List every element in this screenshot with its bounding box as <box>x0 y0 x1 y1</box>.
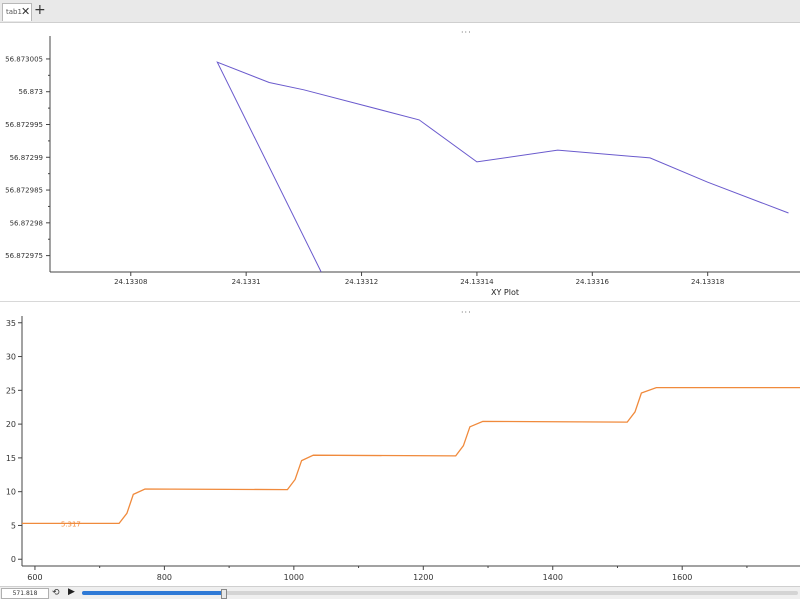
y-tick-label: 56.87298 <box>10 219 43 227</box>
value-annotation: 5.317 <box>61 520 81 528</box>
time-field[interactable]: 571.818 <box>1 588 49 599</box>
x-tick-label: 24.1331 <box>232 278 261 286</box>
tab-bar: tab1 ✕ + <box>0 0 800 23</box>
time-slider[interactable] <box>82 589 798 599</box>
y-tick-label: 15 <box>6 454 16 463</box>
tab-label: tab1 <box>6 8 22 16</box>
y-tick-label: 56.872975 <box>5 252 43 260</box>
xy-plot-title: XY Plot <box>491 288 519 297</box>
x-tick-label: 1600 <box>672 573 692 582</box>
xy-series-line <box>216 61 789 273</box>
xy-plot[interactable]: 24.13308 24.1331 24.13312 24.13314 24.13316 2… <box>0 36 800 300</box>
x-tick-label: 24.13308 <box>114 278 147 286</box>
playback-bar: 571.818 ⟲ ▶ <box>0 586 800 599</box>
x-tick-label: 1400 <box>543 573 563 582</box>
add-tab-icon[interactable]: + <box>34 2 46 18</box>
y-tick-label: 56.872985 <box>5 187 43 195</box>
tab-1[interactable]: tab1 ✕ <box>2 3 32 21</box>
y-tick-label: 56.873005 <box>5 55 43 63</box>
y-tick-label: 56.87299 <box>10 154 43 162</box>
x-tick-label: 24.13318 <box>691 278 724 286</box>
y-tick-label: 5 <box>11 521 16 530</box>
y-tick-label: 20 <box>6 420 16 429</box>
y-tick-label: 0 <box>11 555 16 564</box>
close-icon[interactable]: ✕ <box>21 5 30 18</box>
x-tick-label: 1000 <box>284 573 304 582</box>
y-tick-label: 56.872995 <box>5 121 43 129</box>
y-tick-label: 56.873 <box>19 88 44 96</box>
y-tick-label: 25 <box>6 386 16 395</box>
play-icon[interactable]: ▶ <box>68 587 75 598</box>
ts-series-line <box>22 386 800 525</box>
x-tick-label: 800 <box>157 573 172 582</box>
slider-fill <box>82 591 224 595</box>
panel-splitter[interactable] <box>0 301 800 302</box>
y-tick-label: 35 <box>6 319 16 328</box>
x-tick-label: 24.13316 <box>576 278 610 286</box>
x-tick-label: 1200 <box>413 573 433 582</box>
loop-icon[interactable]: ⟲ <box>52 588 60 598</box>
x-tick-label: 24.13314 <box>460 278 494 286</box>
y-tick-label: 30 <box>6 353 16 362</box>
x-tick-label: 24.13312 <box>345 278 378 286</box>
y-tick-label: 10 <box>6 488 16 497</box>
x-tick-label: 600 <box>27 573 42 582</box>
time-series-plot[interactable]: 0 5 10 15 20 25 30 35 600 800 1000 1200 1400 1600 5.31… <box>0 316 800 586</box>
